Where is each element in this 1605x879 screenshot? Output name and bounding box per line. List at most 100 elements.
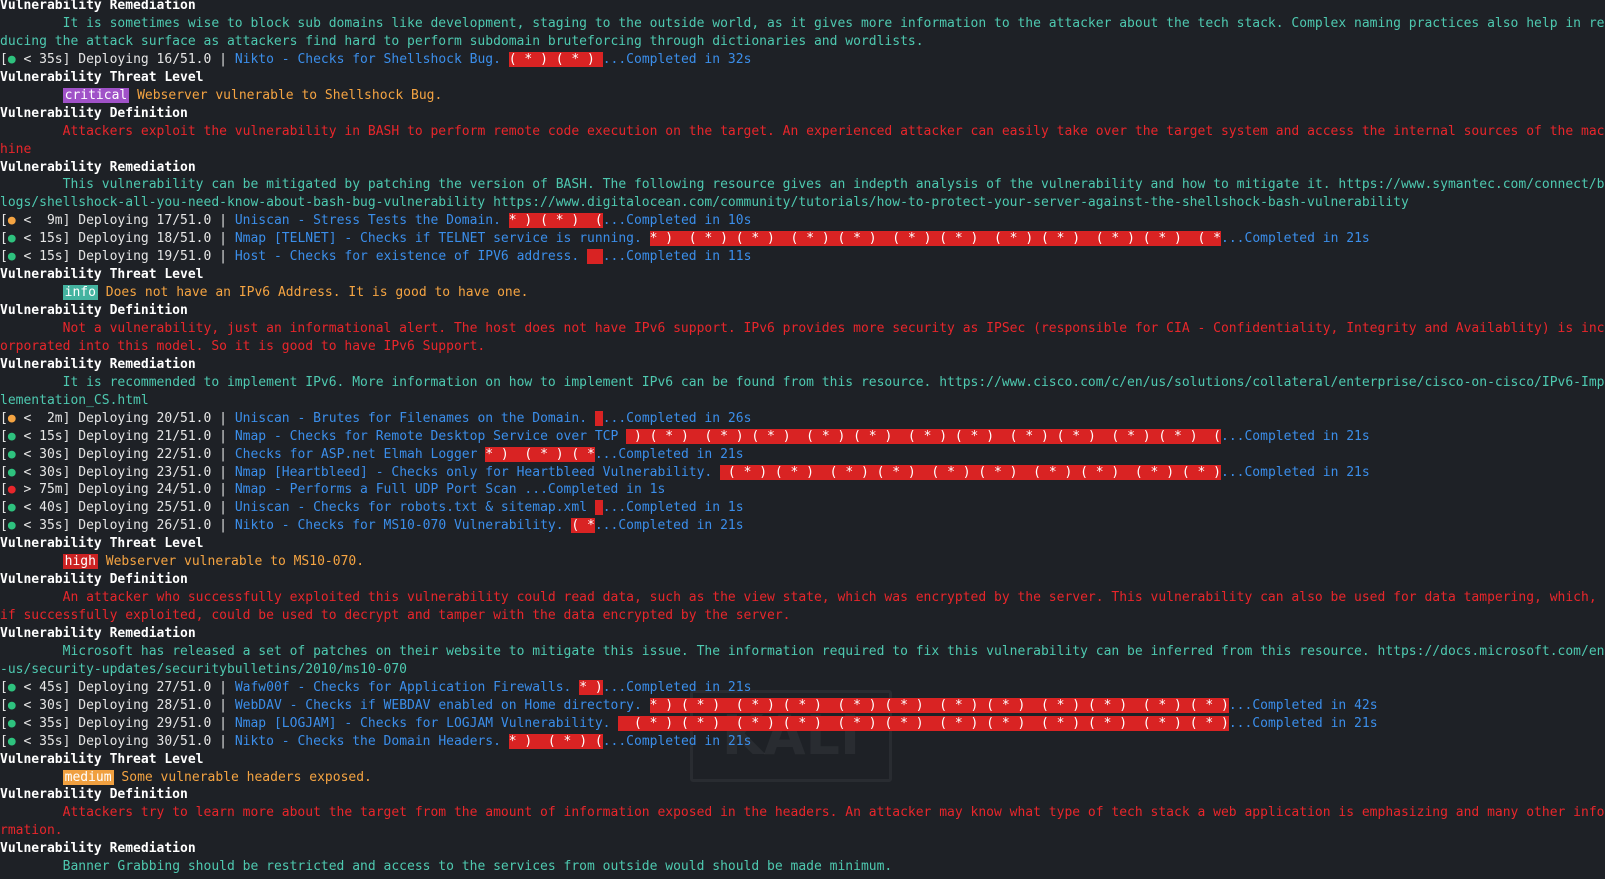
section-header: Vulnerability Threat Level (0, 267, 204, 283)
progress-bar: * ) ( * ) ( (508, 213, 603, 229)
threat-level-line: critical Webserver vulnerable to Shellsh… (0, 87, 1605, 105)
progress-bar: ) ( * ) ( * ) ( * ) ( * ) ( * ) ( * ) ( … (626, 428, 1221, 444)
task-result: ...Completed in 10s (602, 213, 752, 229)
task-name: Host - Checks for existence of IPV6 addr… (234, 249, 588, 265)
section-header: Vulnerability Definition (0, 787, 188, 803)
task-name: Nikto - Checks the Domain Headers. (234, 733, 509, 749)
task-result: ...Completed in 21s (602, 733, 752, 749)
separator: [ (0, 482, 8, 498)
task-result: ...Completed in 11s (602, 249, 752, 265)
separator: | (211, 500, 235, 516)
task-progress-line: [● < 30s] Deploying 23/51.0 | Nmap [Hear… (0, 464, 1605, 482)
threat-level-line: high Webserver vulnerable to MS10-070. (0, 553, 1605, 571)
separator (98, 285, 106, 300)
separator: ] Deploying (62, 500, 157, 516)
threat-level-line: medium Some vulnerable headers exposed. (0, 769, 1605, 787)
status-dot-icon: ● (7, 715, 16, 731)
section-text: This vulnerability can be mitigated by p… (0, 177, 1605, 211)
status-dot-icon: ● (7, 231, 16, 247)
separator: | (211, 697, 235, 713)
separator (98, 554, 106, 569)
task-eta: < 30s (15, 464, 63, 480)
separator: [ (0, 715, 8, 731)
separator: [ (0, 446, 8, 462)
task-step: 17/51.0 (156, 213, 212, 229)
task-name: Uniscan - Brutes for Filenames on the Do… (234, 410, 595, 426)
task-name: Nmap [LOGJAM] - Checks for LOGJAM Vulner… (234, 715, 619, 731)
separator: [ (0, 428, 8, 444)
separator: [ (0, 679, 8, 695)
task-step: 28/51.0 (156, 697, 212, 713)
progress-bar: * ) ( * ) ( * (485, 446, 595, 462)
separator: | (211, 464, 235, 480)
task-step: 29/51.0 (156, 715, 212, 731)
task-result: ...Completed in 21s (1221, 428, 1370, 444)
severity-badge: medium (62, 769, 114, 785)
separator: ] Deploying (62, 697, 157, 713)
task-eta: < 30s (15, 446, 63, 462)
task-eta: < 35s (15, 518, 63, 534)
task-progress-line: [● < 30s] Deploying 28/51.0 | WebDAV - C… (0, 697, 1605, 715)
task-name: Uniscan - Checks for robots.txt & sitema… (234, 500, 595, 516)
separator: [ (0, 231, 8, 247)
separator: | (211, 249, 235, 265)
separator: [ (0, 410, 8, 426)
task-step: 16/51.0 (156, 51, 212, 67)
threat-message: Webserver vulnerable to Shellshock Bug. (137, 87, 443, 103)
separator: | (211, 715, 235, 731)
status-dot-icon: ● (7, 679, 16, 695)
task-result: ...Completed in 21s (1221, 464, 1370, 480)
separator: ] Deploying (62, 446, 157, 462)
task-progress-line: [● < 35s] Deploying 16/51.0 | Nikto - Ch… (0, 51, 1605, 69)
task-step: 18/51.0 (156, 231, 212, 247)
section-text: Attackers exploit the vulnerability in B… (0, 123, 1605, 157)
task-progress-line: [● < 15s] Deploying 18/51.0 | Nmap [TELN… (0, 230, 1605, 248)
separator: ] Deploying (62, 428, 157, 444)
separator: ] Deploying (62, 51, 157, 67)
section-header: Vulnerability Threat Level (0, 536, 204, 552)
task-name: Uniscan - Stress Tests the Domain. (234, 213, 509, 229)
section-header: Vulnerability Remediation (0, 356, 196, 372)
separator (129, 88, 137, 103)
progress-bar: ( * ) ( * ) (508, 51, 603, 67)
task-step: 21/51.0 (156, 428, 212, 444)
task-progress-line: [● < 35s] Deploying 26/51.0 | Nikto - Ch… (0, 517, 1605, 535)
task-progress-line: [● < 9m] Deploying 17/51.0 | Uniscan - S… (0, 212, 1605, 230)
task-progress-line: [● < 15s] Deploying 21/51.0 | Nmap - Che… (0, 428, 1605, 446)
section-header: Vulnerability Definition (0, 303, 188, 319)
status-dot-icon: ● (7, 500, 16, 516)
separator: [ (0, 500, 8, 516)
separator: | (211, 51, 235, 67)
separator: | (211, 733, 235, 749)
task-result: ...Completed in 1s (602, 500, 744, 516)
task-name: WebDAV - Checks if WEBDAV enabled on Hom… (234, 697, 650, 713)
separator: ] Deploying (62, 231, 157, 247)
separator: [ (0, 518, 8, 534)
status-dot-icon: ● (7, 697, 16, 713)
status-dot-icon: ● (7, 428, 16, 444)
progress-bar: * ) ( * ) ( (508, 733, 603, 749)
status-dot-icon: ● (7, 213, 16, 229)
task-result: ...Completed in 42s (1228, 697, 1378, 713)
progress-bar: * ) (579, 679, 603, 695)
task-name: Nmap - Performs a Full UDP Port Scan (234, 482, 525, 498)
threat-level-line: info Does not have an IPv6 Address. It i… (0, 284, 1605, 302)
task-step: 24/51.0 (156, 482, 212, 498)
threat-message: Some vulnerable headers exposed. (121, 769, 372, 785)
section-header: Vulnerability Remediation (0, 841, 196, 857)
separator: [ (0, 213, 8, 229)
task-eta: < 35s (15, 715, 63, 731)
task-eta: < 35s (15, 733, 63, 749)
separator: | (211, 231, 235, 247)
task-progress-line: [● < 45s] Deploying 27/51.0 | Wafw00f - … (0, 679, 1605, 697)
section-header: Vulnerability Remediation (0, 626, 196, 641)
separator: | (211, 213, 235, 229)
task-eta: < 2m (15, 410, 63, 426)
separator: [ (0, 733, 8, 749)
separator: ] Deploying (62, 482, 157, 498)
progress-bar: ( * ) ( * ) ( * ) ( * ) ( * ) ( * ) ( * … (618, 715, 1229, 731)
section-text: Not a vulnerability, just an information… (0, 320, 1605, 354)
separator: ] Deploying (62, 213, 157, 229)
terminal-output[interactable]: Vulnerability Remediation It is sometime… (0, 0, 1605, 876)
status-dot-icon: ● (7, 518, 16, 534)
